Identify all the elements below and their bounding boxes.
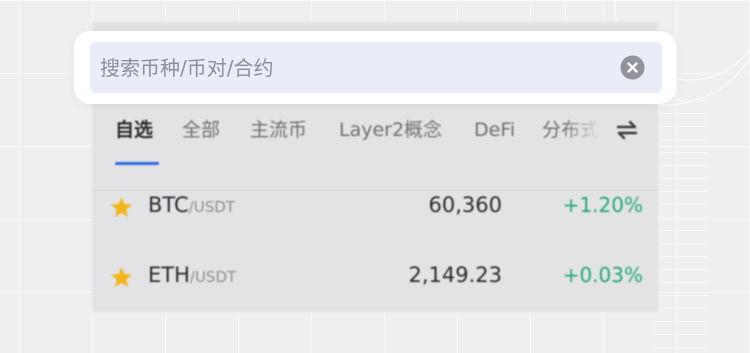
price-change: +1.20% [562, 193, 643, 217]
swap-arrows-icon[interactable] [612, 115, 642, 145]
pair-symbol: BTC/USDT [148, 193, 235, 217]
pair-symbol: ETH/USDT [148, 263, 236, 287]
base-symbol: BTC [148, 193, 189, 217]
last-price: 60,360 [428, 193, 502, 217]
tab-layer2[interactable]: Layer2概念 [339, 110, 442, 150]
tab-mainstream[interactable]: 主流币 [250, 110, 307, 150]
quote-symbol: /USDT [189, 268, 237, 286]
search-card [74, 31, 676, 104]
tab-defi[interactable]: DeFi [474, 110, 515, 150]
search-input[interactable] [90, 42, 600, 93]
base-symbol: ETH [148, 263, 190, 287]
quote-symbol: /USDT [188, 198, 235, 216]
star-icon[interactable] [109, 195, 134, 220]
table-row[interactable]: BTC/USDT 60,360 +1.20% [92, 173, 658, 243]
background-ruler [650, 100, 710, 353]
tab-favorites[interactable]: 自选 [115, 110, 153, 150]
last-price: 2,149.23 [408, 263, 502, 287]
search-box [90, 42, 662, 93]
active-tab-indicator [115, 162, 159, 165]
star-icon[interactable] [109, 265, 134, 290]
tab-all[interactable]: 全部 [182, 110, 220, 150]
price-change: +0.03% [562, 263, 643, 287]
close-circle-icon[interactable] [620, 55, 645, 80]
table-row[interactable]: ETH/USDT 2,149.23 +0.03% [92, 243, 658, 313]
tab-overflow-fade [562, 110, 602, 150]
